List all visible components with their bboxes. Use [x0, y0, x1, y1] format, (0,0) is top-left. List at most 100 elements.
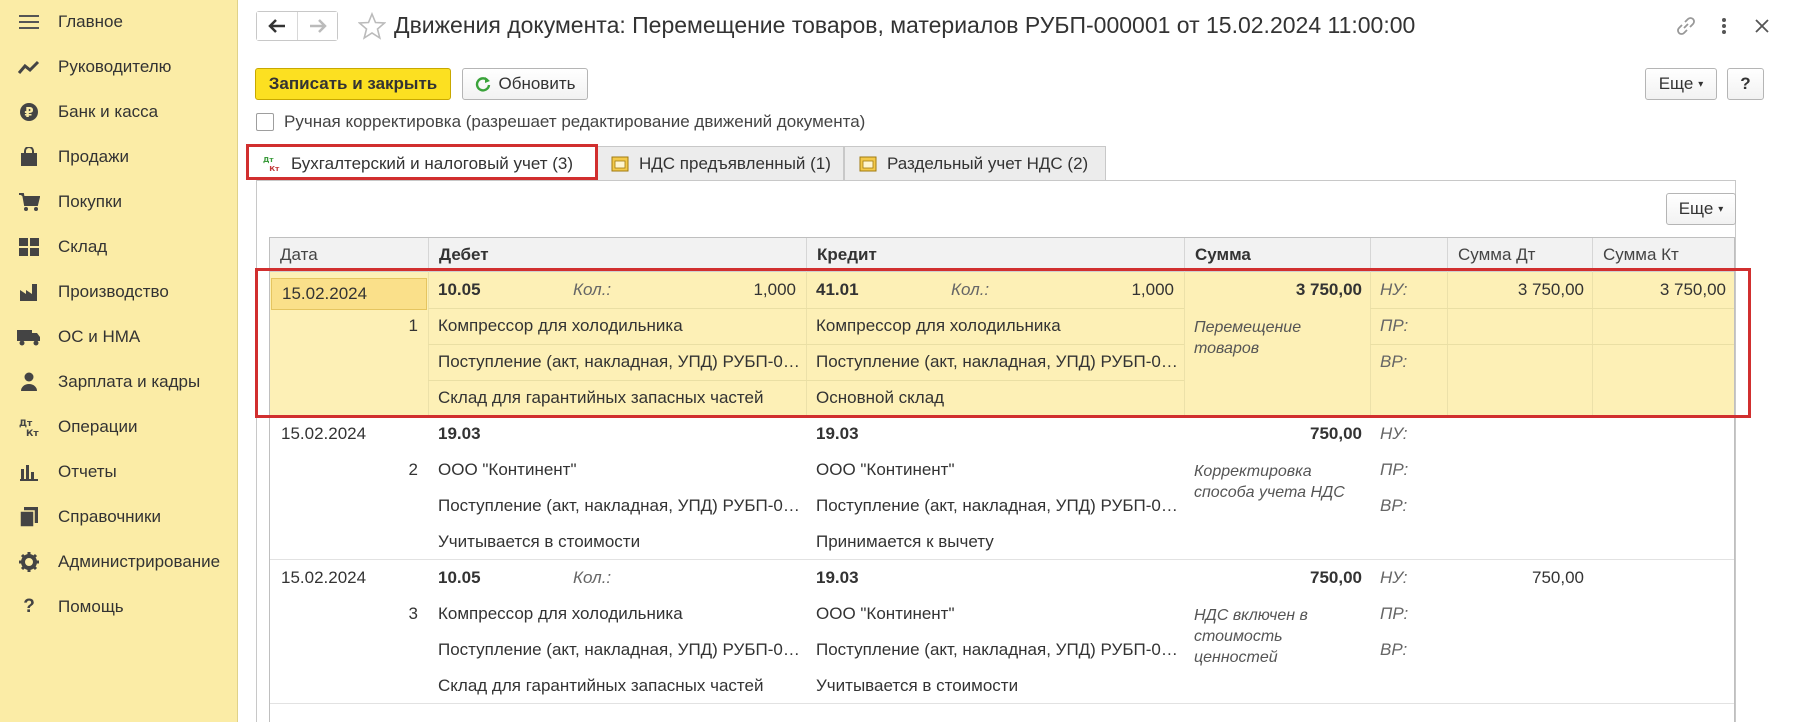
gear-icon — [17, 550, 41, 574]
cart-icon — [17, 190, 41, 214]
tab-label: НДС предъявленный (1) — [639, 153, 831, 173]
sidebar-item-reports[interactable]: Отчеты — [0, 452, 238, 492]
sidebar-item-label: Склад — [58, 237, 108, 256]
sidebar-item-assets[interactable]: ОС и НМА — [0, 317, 238, 357]
sidebar-item-sales[interactable]: Продажи — [0, 137, 238, 177]
credit-subconto-2: Поступление (акт, накладная, УПД) РУБП-0… — [816, 640, 1176, 659]
tab-vat-presented[interactable]: НДС предъявленный (1) — [596, 146, 844, 180]
more-button[interactable]: Еще ▾ — [1645, 68, 1717, 100]
table-row[interactable]: 15.02.2024 1 10.05 Кол.: 1,000 Компрессо… — [270, 272, 1734, 416]
debit-account: 10.05 — [438, 280, 481, 299]
tab-vat-separate[interactable]: Раздельный учет НДС (2) — [844, 146, 1106, 180]
sidebar-item-main[interactable]: Главное — [0, 2, 238, 42]
register-icon — [859, 155, 877, 173]
favorite-star-icon[interactable] — [358, 12, 386, 40]
sidebar-item-label: Руководителю — [58, 57, 172, 76]
sidebar-item-references[interactable]: Справочники — [0, 497, 238, 537]
tab-label: Раздельный учет НДС (2) — [887, 153, 1089, 173]
column-header-sum-dt[interactable]: Сумма Дт — [1447, 238, 1592, 272]
refresh-icon — [475, 77, 490, 92]
back-button[interactable] — [257, 12, 297, 40]
sidebar-item-label: Банк и касса — [58, 102, 159, 121]
dropdown-icon: ▾ — [1698, 78, 1704, 90]
entry-content: Перемещение товаров — [1194, 319, 1302, 357]
column-header-sum-kt[interactable]: Сумма Кт — [1592, 238, 1734, 272]
sidebar-item-production[interactable]: Производство — [0, 272, 238, 312]
pr-label: ПР: — [1380, 460, 1409, 479]
debit-subconto-2: Поступление (акт, накладная, УПД) РУБП-0… — [438, 496, 798, 515]
svg-text:Дт: Дт — [19, 419, 33, 429]
forward-button[interactable] — [297, 12, 337, 40]
link-icon[interactable] — [1674, 14, 1698, 38]
sidebar-item-warehouse[interactable]: Склад — [0, 227, 238, 267]
credit-subconto-1: ООО "Континент" — [816, 604, 955, 623]
sidebar-item-label: Зарплата и кадры — [58, 372, 201, 391]
sidebar-item-operations[interactable]: Дт Кт Операции — [0, 407, 238, 447]
sidebar-item-bank[interactable]: ₽ Банк и касса — [0, 92, 238, 132]
vr-label: ВР: — [1380, 496, 1408, 515]
sidebar-item-label: Покупки — [58, 192, 122, 211]
truck-icon — [17, 325, 41, 349]
credit-subconto-3: Учитывается в стоимости — [816, 676, 1019, 695]
row-number: 3 — [408, 604, 418, 623]
date-cell: 15.02.2024 — [281, 424, 367, 443]
amount: 3 750,00 — [1295, 280, 1362, 299]
sidebar-item-purchases[interactable]: Покупки — [0, 182, 238, 222]
table-more-button[interactable]: Еще ▾ — [1666, 193, 1736, 225]
credit-subconto-2: Поступление (акт, накладная, УПД) РУБП-0… — [816, 496, 1176, 515]
ruble-icon: ₽ — [17, 100, 41, 124]
dt-kt-icon: Дт Кт — [17, 415, 41, 439]
factory-icon — [17, 280, 41, 304]
vr-label: ВР: — [1380, 640, 1408, 659]
table-row[interactable]: 15.02.2024 2 19.03 ООО "Континент" Посту… — [270, 416, 1734, 560]
books-icon — [17, 505, 41, 529]
sidebar-item-label: Отчеты — [58, 462, 117, 481]
more-label: Еще — [1678, 199, 1714, 218]
credit-qty: 1,000 — [1131, 280, 1174, 299]
column-header-credit[interactable]: Кредит — [806, 238, 1184, 272]
date-cell[interactable]: 15.02.2024 — [271, 278, 427, 310]
sidebar-item-help[interactable]: ? Помощь — [0, 587, 238, 627]
sidebar-item-label: ОС и НМА — [58, 327, 141, 346]
debit-account: 10.05 — [438, 568, 481, 587]
sidebar-item-director[interactable]: Руководителю — [0, 47, 238, 87]
vr-label: ВР: — [1380, 352, 1408, 371]
save-and-close-button[interactable]: Записать и закрыть — [255, 68, 451, 100]
credit-account: 41.01 — [816, 280, 859, 299]
sidebar-item-salary[interactable]: Зарплата и кадры — [0, 362, 238, 402]
sidebar-item-admin[interactable]: Администрирование — [0, 542, 238, 582]
date-cell: 15.02.2024 — [281, 568, 367, 587]
page-title: Движения документа: Перемещение товаров,… — [394, 12, 1416, 38]
dt-kt-icon: Дт Кт — [263, 155, 281, 173]
tab-accounting[interactable]: Дт Кт Бухгалтерский и налоговый учет (3) — [248, 146, 596, 180]
nav-buttons — [256, 11, 338, 41]
debit-subconto-3: Склад для гарантийных запасных частей — [438, 676, 764, 695]
refresh-button[interactable]: Обновить — [462, 68, 588, 100]
table-row[interactable]: 15.02.2024 3 10.05 Кол.: Компрессор для … — [270, 560, 1734, 704]
column-header-amount[interactable]: Сумма — [1184, 238, 1370, 272]
pr-label: ПР: — [1380, 316, 1409, 335]
arrow-left-icon — [268, 19, 285, 33]
manual-correction-checkbox[interactable] — [256, 113, 274, 131]
warehouse-icon — [17, 235, 41, 259]
table-header: Дата Дебет Кредит Сумма Сумма Дт Сумма К… — [270, 238, 1734, 272]
debit-qty: 1,000 — [753, 280, 796, 299]
amount: 750,00 — [1310, 424, 1362, 443]
nu-label: НУ: — [1380, 280, 1408, 299]
sidebar-item-label: Производство — [58, 282, 169, 301]
svg-text:Дт: Дт — [263, 155, 274, 164]
more-vertical-icon[interactable] — [1712, 14, 1736, 38]
bar-chart-icon — [17, 460, 41, 484]
debit-subconto-3: Учитывается в стоимости — [438, 532, 641, 551]
column-header-debit[interactable]: Дебет — [428, 238, 806, 272]
column-header-type[interactable] — [1370, 238, 1447, 272]
help-button[interactable]: ? — [1727, 68, 1764, 100]
sidebar-item-label: Администрирование — [58, 552, 221, 571]
column-header-date[interactable]: Дата — [270, 238, 428, 272]
credit-subconto-2: Поступление (акт, накладная, УПД) РУБП-0… — [816, 352, 1176, 371]
dropdown-icon: ▾ — [1718, 203, 1724, 215]
sidebar-item-label: Главное — [58, 12, 123, 31]
credit-subconto-1: ООО "Континент" — [816, 460, 955, 479]
credit-qty-label: Кол.: — [951, 280, 990, 299]
close-icon[interactable] — [1750, 14, 1774, 38]
